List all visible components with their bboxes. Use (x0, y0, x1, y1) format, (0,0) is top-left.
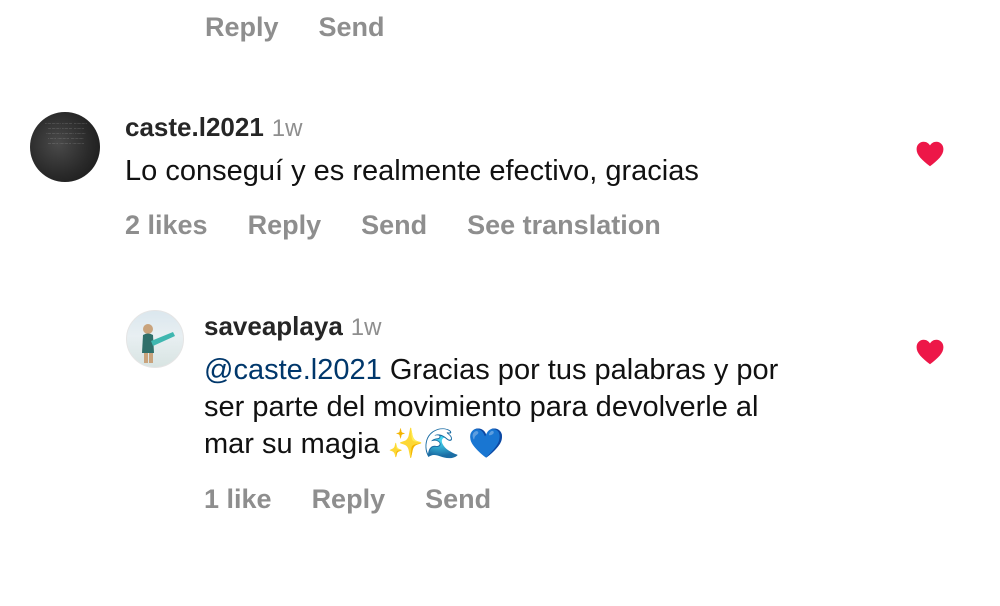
timestamp: 1w (350, 314, 382, 341)
comments-thread: Reply Send ............ ........ .......… (0, 0, 1000, 606)
comment-line: Gracias por tus palabras y por (381, 354, 779, 386)
timestamp: 1w (271, 115, 303, 142)
previous-comment-actions: Reply Send (205, 12, 385, 43)
username[interactable]: caste.l2021 (125, 112, 264, 143)
avatar-image (142, 324, 175, 363)
reply-button[interactable]: Reply (205, 12, 279, 43)
see-translation-button[interactable]: See translation (467, 210, 661, 241)
comment-header: caste.l2021 1w (125, 112, 302, 143)
reply-button[interactable]: Reply (248, 210, 322, 241)
comment-text: Lo conseguí y es realmente efectivo, gra… (125, 155, 699, 187)
send-button[interactable]: Send (425, 484, 491, 515)
comment-actions: 2 likes Reply Send See translation (125, 210, 661, 241)
username[interactable]: saveaplaya (204, 311, 343, 342)
heart-icon[interactable] (916, 339, 944, 365)
comment-actions: 1 like Reply Send (204, 484, 491, 515)
mention-link[interactable]: @caste.l2021 (204, 354, 382, 386)
comment-text: @caste.l2021 Gracias por tus palabras y … (204, 352, 778, 463)
avatar[interactable] (126, 310, 184, 368)
reply-button[interactable]: Reply (312, 484, 386, 515)
likes-count[interactable]: 2 likes (125, 210, 208, 241)
send-button[interactable]: Send (319, 12, 385, 43)
avatar[interactable]: ............ ........ .......... .......… (30, 112, 100, 182)
comment-line: ser parte del movimiento para devolverle… (204, 391, 759, 423)
comment-line: mar su magia ✨🌊 💙 (204, 428, 505, 460)
likes-count[interactable]: 1 like (204, 484, 272, 515)
send-button[interactable]: Send (361, 210, 427, 241)
comment-header: saveaplaya 1w (204, 311, 381, 342)
heart-icon[interactable] (916, 141, 944, 167)
avatar-image-text: ............ ........ .......... .......… (45, 120, 87, 145)
